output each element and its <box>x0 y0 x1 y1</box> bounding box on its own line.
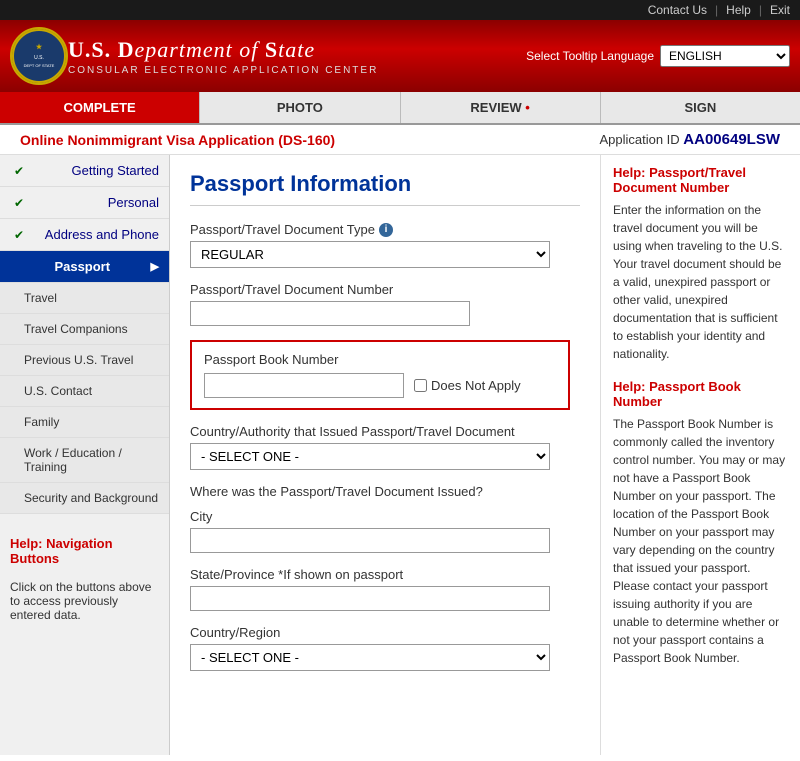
sidebar-item-travel[interactable]: Travel <box>0 283 169 314</box>
issued-where-label: Where was the Passport/Travel Document I… <box>190 484 580 499</box>
top-bar: Contact Us | Help | Exit <box>0 0 800 20</box>
passport-arrow-icon: ▶ <box>151 260 159 273</box>
seal-logo: ★ U.S. DEPT OF STATE <box>10 27 68 85</box>
tab-photo[interactable]: PHOTO <box>200 92 400 123</box>
app-id-bar: Online Nonimmigrant Visa Application (DS… <box>0 125 800 155</box>
app-id-value: AA00649LSW <box>683 131 780 148</box>
passport-type-label: Passport/Travel Document Type i <box>190 222 580 237</box>
getting-started-label: Getting Started <box>72 163 159 178</box>
header-title: U.S. Department of State CONSULAR ELECTR… <box>68 37 526 76</box>
dept-subtitle: CONSULAR ELECTRONIC APPLICATION CENTER <box>68 65 526 76</box>
form-name: Online Nonimmigrant Visa Application (DS… <box>20 132 335 148</box>
page-title: Passport Information <box>190 171 580 206</box>
does-not-apply-checkbox[interactable] <box>414 379 427 392</box>
header: ★ U.S. DEPT OF STATE U.S. Department of … <box>0 20 800 92</box>
svg-text:DEPT OF STATE: DEPT OF STATE <box>24 63 55 68</box>
country-region-label: Country/Region <box>190 625 580 640</box>
passport-book-number-input[interactable] <box>204 373 404 398</box>
passport-book-number-label: Passport Book Number <box>204 352 556 367</box>
passport-type-info-icon[interactable]: i <box>379 223 393 237</box>
help-link[interactable]: Help <box>726 3 751 17</box>
help-text-1: Enter the information on the travel docu… <box>613 201 788 363</box>
travel-label: Travel <box>24 291 57 305</box>
help-text-2: The Passport Book Number is commonly cal… <box>613 415 788 667</box>
help-panel: Help: Passport/Travel Document Number En… <box>600 155 800 755</box>
tooltip-lang-selector[interactable]: Select Tooltip Language ENGLISH <box>526 45 790 67</box>
tab-sign[interactable]: SIGN <box>601 92 800 123</box>
passport-label: Passport <box>54 259 110 274</box>
sidebar-item-address-phone[interactable]: Address and Phone <box>0 219 169 251</box>
sidebar-item-work-education[interactable]: Work / Education / Training <box>0 438 169 483</box>
help-section-1: Help: Passport/Travel Document Number En… <box>613 165 788 363</box>
contact-us-link[interactable]: Contact Us <box>648 3 707 17</box>
sidebar-help-text: Click on the buttons above to access pre… <box>10 580 159 622</box>
tab-complete[interactable]: COMPLETE <box>0 92 200 123</box>
content-area: Passport Information Passport/Travel Doc… <box>170 155 600 755</box>
passport-number-group: Passport/Travel Document Number <box>190 282 580 326</box>
sidebar-item-passport[interactable]: Passport ▶ <box>0 251 169 283</box>
help-heading-1: Help: Passport/Travel Document Number <box>613 165 788 195</box>
city-group: City <box>190 509 580 553</box>
sidebar-help: Help: Navigation Buttons Click on the bu… <box>0 524 169 634</box>
passport-number-input[interactable] <box>190 301 470 326</box>
state-province-input[interactable] <box>190 586 550 611</box>
family-label: Family <box>24 415 59 429</box>
country-region-group: Country/Region - SELECT ONE - <box>190 625 580 671</box>
passport-type-group: Passport/Travel Document Type i REGULAR <box>190 222 580 268</box>
state-province-group: State/Province *If shown on passport <box>190 567 580 611</box>
state-province-label: State/Province *If shown on passport <box>190 567 580 582</box>
language-select[interactable]: ENGLISH <box>660 45 790 67</box>
us-contact-label: U.S. Contact <box>24 384 92 398</box>
work-education-label: Work / Education / Training <box>24 446 159 474</box>
sidebar-item-getting-started[interactable]: Getting Started <box>0 155 169 187</box>
tooltip-lang-label: Select Tooltip Language <box>526 49 654 63</box>
passport-type-select[interactable]: REGULAR <box>190 241 550 268</box>
travel-companions-label: Travel Companions <box>24 322 128 336</box>
sidebar-item-previous-us-travel[interactable]: Previous U.S. Travel <box>0 345 169 376</box>
sidebar-item-security-background[interactable]: Security and Background <box>0 483 169 514</box>
sidebar-item-family[interactable]: Family <box>0 407 169 438</box>
does-not-apply-label[interactable]: Does Not Apply <box>414 378 521 393</box>
city-label: City <box>190 509 580 524</box>
sidebar-item-us-contact[interactable]: U.S. Contact <box>0 376 169 407</box>
personal-label: Personal <box>108 195 159 210</box>
app-id: Application ID AA00649LSW <box>599 131 780 148</box>
passport-book-number-box: Passport Book Number Does Not Apply <box>190 340 570 410</box>
nav-tabs: COMPLETE PHOTO REVIEW SIGN <box>0 92 800 125</box>
country-region-select[interactable]: - SELECT ONE - <box>190 644 550 671</box>
main-layout: Getting Started Personal Address and Pho… <box>0 155 800 755</box>
issued-country-label: Country/Authority that Issued Passport/T… <box>190 424 580 439</box>
city-input[interactable] <box>190 528 550 553</box>
sep1: | <box>715 3 718 17</box>
security-background-label: Security and Background <box>24 491 158 505</box>
issued-country-select[interactable]: - SELECT ONE - <box>190 443 550 470</box>
help-heading-2: Help: Passport Book Number <box>613 379 788 409</box>
sep2: | <box>759 3 762 17</box>
address-phone-label: Address and Phone <box>45 227 159 242</box>
app-id-label: Application ID <box>599 132 679 147</box>
book-number-row: Does Not Apply <box>204 373 556 398</box>
issued-where-group: Where was the Passport/Travel Document I… <box>190 484 580 671</box>
tab-review[interactable]: REVIEW <box>401 92 601 123</box>
issued-country-group: Country/Authority that Issued Passport/T… <box>190 424 580 470</box>
exit-link[interactable]: Exit <box>770 3 790 17</box>
help-section-2: Help: Passport Book Number The Passport … <box>613 379 788 667</box>
sidebar-item-travel-companions[interactable]: Travel Companions <box>0 314 169 345</box>
dept-name: U.S. Department of State <box>68 37 526 63</box>
sidebar: Getting Started Personal Address and Pho… <box>0 155 170 755</box>
svg-text:U.S.: U.S. <box>34 55 44 61</box>
previous-us-travel-label: Previous U.S. Travel <box>24 353 133 367</box>
sidebar-item-personal[interactable]: Personal <box>0 187 169 219</box>
svg-text:★: ★ <box>36 43 43 51</box>
passport-number-label: Passport/Travel Document Number <box>190 282 580 297</box>
sidebar-help-title: Help: Navigation Buttons <box>10 536 159 566</box>
header-right: Select Tooltip Language ENGLISH <box>526 45 790 67</box>
